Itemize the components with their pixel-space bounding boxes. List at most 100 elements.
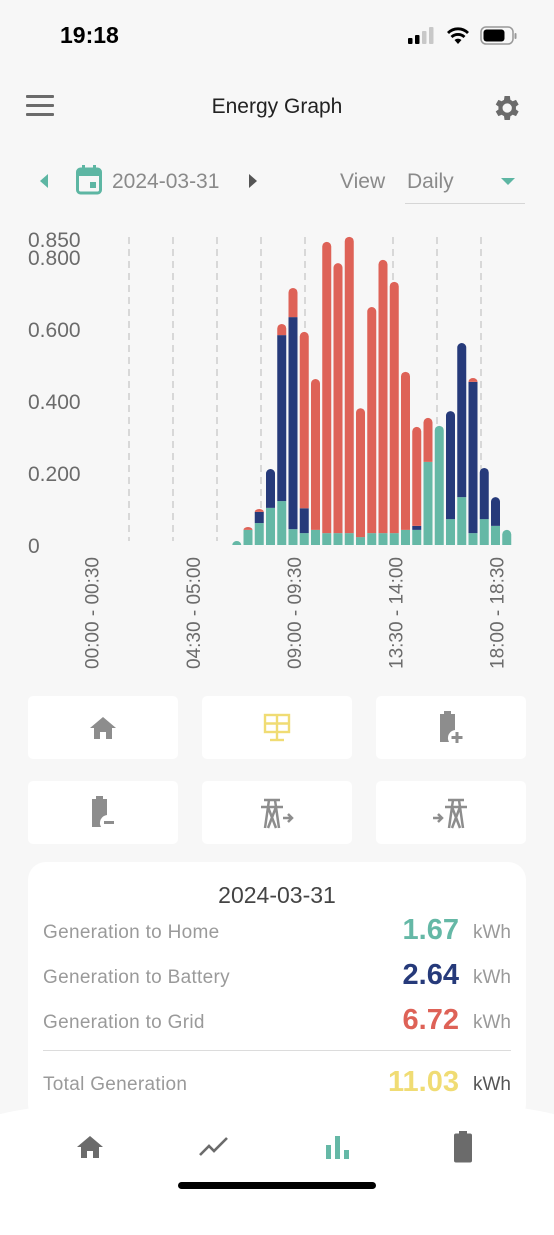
solar-panel-icon	[263, 713, 291, 741]
home-icon	[77, 1136, 103, 1158]
bar-segment-generation-to-grid	[378, 259, 388, 534]
bar-stack[interactable]	[266, 469, 275, 545]
bar-stack[interactable]	[502, 529, 512, 545]
bar-segment-generation-to-home	[367, 533, 377, 545]
calendar-icon[interactable]	[76, 165, 102, 195]
bar-stack[interactable]	[479, 467, 489, 545]
summary-label: Generation to Grid	[43, 1012, 205, 1033]
bar-segment-generation-to-grid	[389, 281, 399, 534]
filter-grid-import-button[interactable]	[376, 781, 526, 844]
bar-segment-generation-to-grid	[423, 417, 433, 462]
bar-segment-generation-to-grid	[468, 377, 478, 382]
previous-date-button[interactable]	[40, 174, 48, 188]
summary-label: Generation to Battery	[43, 967, 230, 988]
app-header: Energy Graph	[0, 85, 554, 131]
bar-segment-generation-to-home	[266, 507, 275, 545]
battery-charge-icon	[440, 710, 463, 743]
bar-stack[interactable]	[378, 259, 388, 545]
filter-grid-export-button[interactable]	[202, 781, 352, 844]
filter-solar-button[interactable]	[202, 696, 352, 759]
bar-segment-generation-to-home	[491, 525, 500, 545]
bar-stack[interactable]	[367, 307, 377, 545]
summary-divider	[43, 1050, 511, 1051]
bar-stack[interactable]	[311, 379, 320, 545]
bar-segment-generation-to-grid	[311, 379, 320, 530]
bar-segment-generation-to-battery	[254, 511, 264, 524]
filter-home-button[interactable]	[28, 696, 178, 759]
bar-segment-generation-to-home	[243, 529, 253, 545]
view-dropdown-value: Daily	[407, 170, 454, 193]
bar-segment-generation-to-battery	[412, 525, 422, 530]
next-date-button[interactable]	[249, 174, 257, 188]
bar-stack[interactable]	[389, 281, 399, 545]
grid-import-icon	[433, 798, 467, 828]
status-time: 19:18	[60, 22, 119, 48]
bar-segment-generation-to-home	[502, 529, 512, 545]
bar-stack[interactable]	[299, 331, 309, 545]
view-label: View	[340, 170, 386, 193]
bar-stack[interactable]	[401, 371, 410, 545]
y-tick-label: 0	[28, 535, 40, 558]
wifi-icon	[447, 27, 469, 44]
summary-row-battery: Generation to Battery 2.64 kWh	[43, 959, 511, 999]
selected-date[interactable]: 2024-03-31	[112, 170, 219, 194]
bar-stack[interactable]	[356, 408, 365, 545]
bar-segment-generation-to-grid	[412, 426, 422, 526]
bar-segment-generation-to-home	[254, 523, 264, 545]
filter-battery-charge-button[interactable]	[376, 696, 526, 759]
home-indicator	[178, 1182, 376, 1189]
bar-stack[interactable]	[412, 426, 422, 545]
home-icon	[90, 716, 116, 739]
bar-stack[interactable]	[254, 509, 264, 545]
y-tick-label: 0.200	[28, 463, 81, 486]
bar-segment-generation-to-battery	[468, 381, 478, 534]
bar-segment-generation-to-home	[434, 425, 444, 545]
bar-stack[interactable]	[446, 411, 455, 545]
nav-graph[interactable]	[318, 1130, 358, 1164]
bar-stack[interactable]	[232, 541, 242, 545]
bar-segment-generation-to-home	[322, 533, 332, 545]
bar-stack[interactable]	[288, 287, 298, 545]
date-navigation: 2024-03-31 View Daily	[0, 160, 554, 210]
summary-label: Generation to Home	[43, 922, 220, 943]
energy-bar-chart[interactable]: 00.2000.4000.6000.8000.850 00:00 - 00:30…	[0, 225, 554, 685]
bar-stack[interactable]	[277, 323, 287, 545]
y-tick-label: 0.850	[28, 229, 81, 252]
bar-segment-generation-to-home	[446, 519, 455, 545]
bar-segment-generation-to-grid	[299, 331, 309, 509]
nav-home[interactable]	[70, 1130, 110, 1164]
summary-unit: kWh	[473, 967, 511, 988]
nav-battery[interactable]	[443, 1130, 483, 1164]
bar-stack[interactable]	[243, 527, 253, 545]
bar-stack[interactable]	[468, 377, 478, 545]
bar-stack[interactable]	[322, 241, 332, 545]
bar-segment-generation-to-grid	[277, 323, 287, 336]
gear-icon[interactable]	[490, 92, 522, 124]
bar-segment-generation-to-home	[423, 461, 433, 545]
bar-segment-generation-to-battery	[299, 508, 309, 534]
view-dropdown[interactable]: Daily	[405, 162, 525, 204]
grid-export-icon	[261, 798, 294, 828]
trend-line-icon	[199, 1137, 228, 1156]
y-tick-label: 0.600	[28, 319, 81, 342]
nav-trend[interactable]	[194, 1130, 234, 1164]
x-tick-label: 13:30 - 14:00	[386, 557, 407, 669]
bar-stack[interactable]	[457, 343, 467, 545]
bottom-navigation	[0, 1095, 554, 1235]
bars	[232, 236, 512, 545]
bar-stack[interactable]	[434, 425, 444, 545]
bar-segment-generation-to-grid	[344, 236, 354, 534]
battery-discharge-icon	[92, 795, 114, 827]
filter-battery-discharge-button[interactable]	[28, 781, 178, 844]
bar-segment-generation-to-home	[468, 533, 478, 545]
bar-stack[interactable]	[344, 236, 354, 545]
bar-segment-generation-to-home	[288, 529, 298, 545]
bar-stack[interactable]	[333, 263, 343, 545]
summary-unit: kWh	[473, 922, 511, 943]
bar-segment-generation-to-home	[299, 533, 309, 545]
status-icons	[408, 26, 518, 46]
bar-segment-generation-to-home	[344, 533, 354, 545]
bar-stack[interactable]	[491, 497, 500, 545]
bar-segment-generation-to-home	[378, 533, 388, 545]
bar-stack[interactable]	[423, 417, 433, 545]
